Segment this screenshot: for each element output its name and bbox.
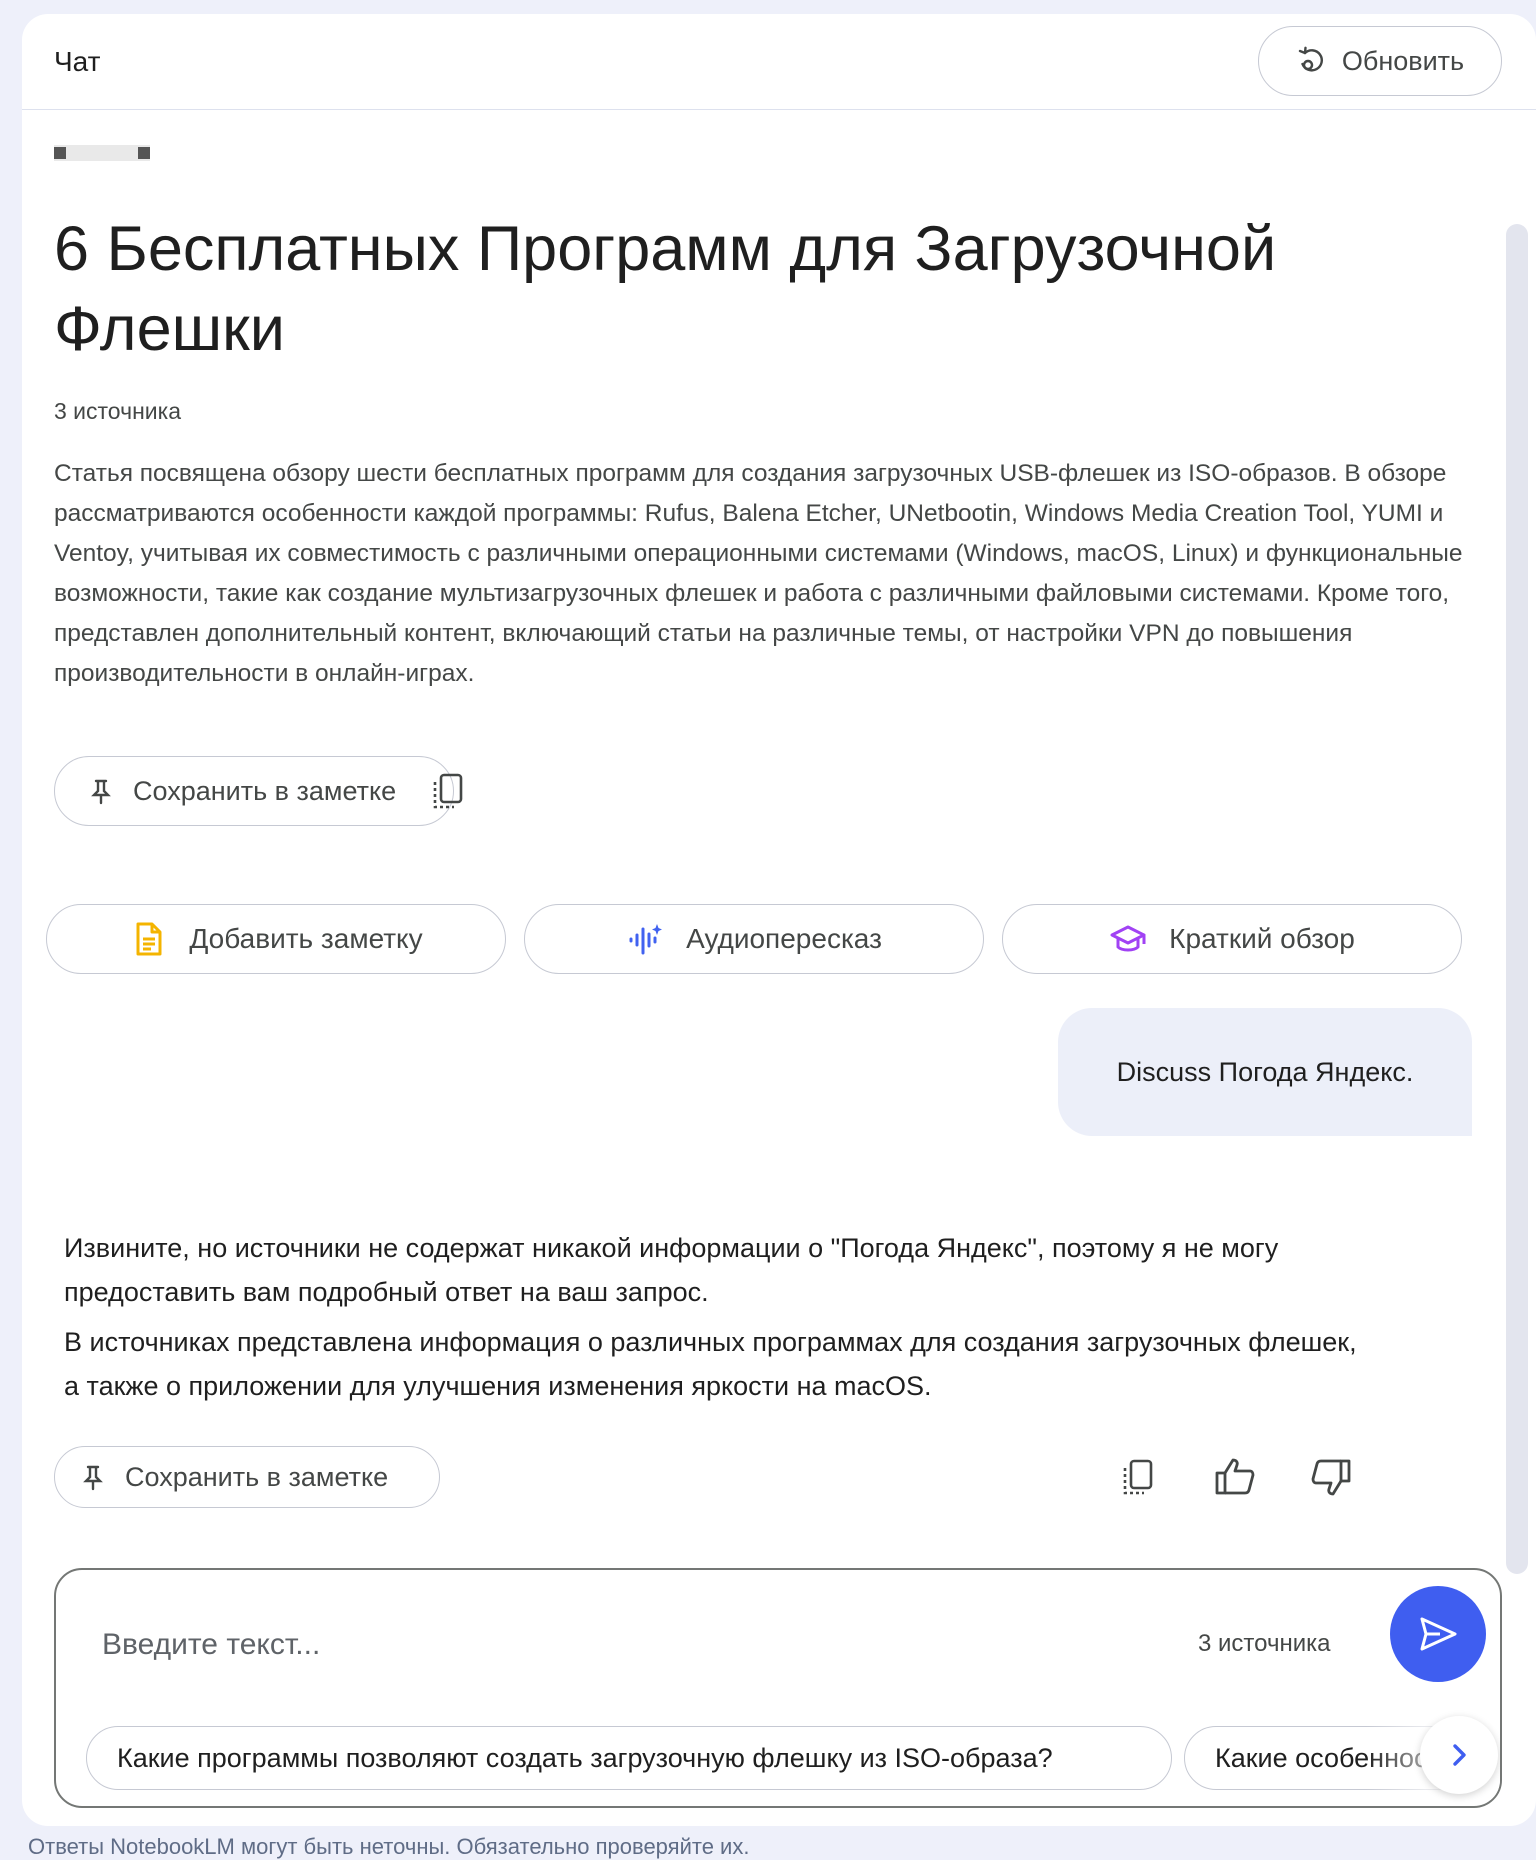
brief-overview-label: Краткий обзор bbox=[1169, 923, 1355, 954]
user-message-text: Discuss Погода Яндекс. bbox=[1116, 1056, 1414, 1087]
suggestion-chip[interactable]: Какие программы позволяют создать загруз… bbox=[86, 1726, 1172, 1790]
thumbs-down-icon bbox=[1311, 1459, 1351, 1496]
chat-header: Чат Обновить bbox=[22, 14, 1536, 110]
answer-paragraph: Извините, но источники не содержат никак… bbox=[64, 1233, 1279, 1307]
assistant-answer: Извините, но источники не содержат никак… bbox=[64, 1226, 1364, 1414]
composer-sources-count: 3 источника bbox=[1198, 1630, 1331, 1657]
sources-count: 3 источника bbox=[54, 398, 181, 424]
audio-overview-label: Аудиопересказ bbox=[686, 923, 882, 954]
save-note-label: Сохранить в заметке bbox=[133, 775, 397, 806]
header-title: Чат bbox=[54, 46, 101, 77]
refresh-button[interactable]: Обновить bbox=[1258, 26, 1502, 96]
thumbs-down-button[interactable] bbox=[1308, 1454, 1354, 1500]
brief-overview-button[interactable]: Краткий обзор bbox=[1002, 904, 1462, 974]
refresh-label: Обновить bbox=[1341, 45, 1465, 76]
audio-wave-icon bbox=[629, 924, 663, 955]
user-message-bubble: Discuss Погода Яндекс. bbox=[1058, 1008, 1472, 1136]
save-answer-note-button[interactable]: Сохранить в заметке bbox=[54, 1446, 440, 1508]
copy-answer-button[interactable] bbox=[1116, 1454, 1162, 1500]
answer-paragraph: В источниках представлена информация о р… bbox=[64, 1327, 1357, 1401]
chevron-right-icon bbox=[1453, 1744, 1466, 1766]
chat-composer: 3 источника Какие программы позволяют со… bbox=[54, 1568, 1502, 1808]
save-answer-note-label: Сохранить в заметке bbox=[125, 1461, 389, 1492]
add-note-button[interactable]: Добавить заметку bbox=[46, 904, 506, 974]
thumbs-up-button[interactable] bbox=[1212, 1454, 1258, 1500]
document-summary: Статья посвящена обзору шести бесплатных… bbox=[54, 460, 1463, 687]
thumbs-up-icon bbox=[1215, 1458, 1255, 1495]
send-button[interactable] bbox=[1390, 1586, 1486, 1682]
chat-panel: Чат Обновить 6 Бесплатных Программ для З… bbox=[22, 14, 1536, 1826]
disclaimer-text: Ответы NotebookLM могут быть неточны. Об… bbox=[28, 1834, 750, 1859]
add-note-label: Добавить заметку bbox=[189, 923, 423, 954]
scrollbar[interactable] bbox=[1506, 224, 1528, 1574]
refresh-icon bbox=[1298, 46, 1323, 72]
pin-icon bbox=[83, 1465, 103, 1491]
audio-overview-button[interactable]: Аудиопересказ bbox=[524, 904, 984, 974]
graduation-cap-icon bbox=[1110, 925, 1146, 952]
send-icon bbox=[1420, 1617, 1457, 1651]
copy-icon bbox=[1123, 1459, 1153, 1495]
save-note-button[interactable]: Сохранить в заметке bbox=[54, 756, 454, 826]
next-suggestions-button[interactable] bbox=[1420, 1716, 1498, 1794]
note-doc-icon bbox=[136, 922, 162, 956]
source-favicon bbox=[54, 145, 150, 161]
pin-icon bbox=[91, 779, 111, 805]
copy-summary-button[interactable] bbox=[426, 768, 472, 814]
copy-icon bbox=[433, 773, 463, 809]
chat-input[interactable] bbox=[102, 1620, 1152, 1670]
document-title: 6 Бесплатных Программ для Загрузочной Фл… bbox=[54, 214, 1277, 364]
